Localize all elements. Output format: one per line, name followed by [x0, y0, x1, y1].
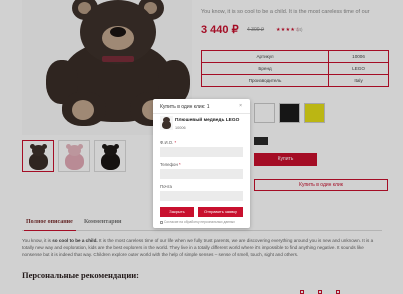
modal-product-name: Плюшевый медведь LEGO [175, 118, 240, 123]
phone-field-label: Телефон * [160, 162, 181, 167]
consent-checkbox[interactable]: Согласие на обработку персональных данны… [160, 220, 235, 224]
phone-field[interactable] [160, 169, 243, 179]
checkbox-icon[interactable] [160, 220, 163, 224]
close-button[interactable]: Закрыть [160, 207, 194, 217]
close-icon[interactable]: × [239, 104, 242, 109]
modal-product-thumbnail [160, 116, 173, 130]
modal-title: Купить в один клик: 1 [160, 104, 210, 110]
one-click-modal: Купить в один клик: 1 × Плюшевый медведь… [153, 99, 250, 228]
modal-divider [153, 113, 250, 114]
email-field[interactable] [160, 191, 243, 201]
name-field[interactable] [160, 147, 243, 157]
name-field-label: Ф.И.О. * [160, 140, 177, 145]
consent-label: Согласие на обработку персональных данны… [164, 220, 235, 224]
email-field-label: Почта [160, 184, 172, 189]
modal-product-code: 10006 [175, 126, 186, 130]
submit-request-button[interactable]: Отправить заявку [198, 207, 243, 217]
